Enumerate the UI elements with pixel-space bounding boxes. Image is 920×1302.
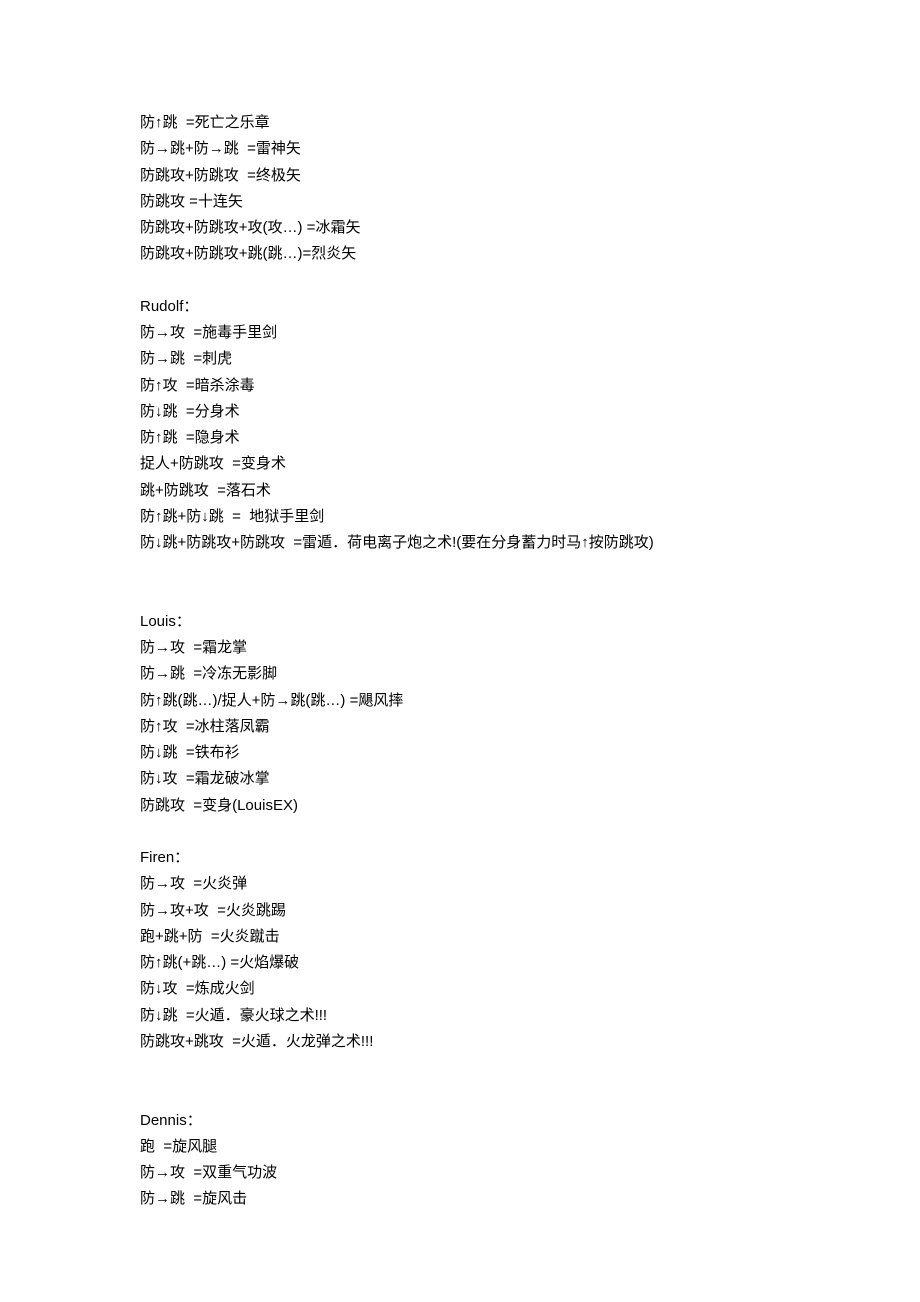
move-line: 防→攻+攻 =火炎跳踢 bbox=[140, 898, 790, 924]
move-line: 防↓攻 =霜龙破冰掌 bbox=[140, 766, 790, 792]
document-body: 防↑跳 =死亡之乐章防→跳+防→跳 =雷神矢防跳攻+防跳攻 =终极矢防跳攻 =十… bbox=[140, 110, 790, 1213]
move-line: 防→跳 =冷冻无影脚 bbox=[140, 661, 790, 687]
move-line: 防↓跳+防跳攻+防跳攻 =雷遁．荷电离子炮之术!(要在分身蓄力时马↑按防跳攻) bbox=[140, 530, 790, 556]
move-line: 防↓跳 =分身术 bbox=[140, 399, 790, 425]
character-name: Firen： bbox=[140, 845, 790, 871]
move-line: 跑 =旋风腿 bbox=[140, 1134, 790, 1160]
move-line: 防→跳 =刺虎 bbox=[140, 346, 790, 372]
move-line: 防跳攻+跳攻 =火遁．火龙弹之术!!! bbox=[140, 1029, 790, 1055]
move-line: 防跳攻+防跳攻+攻(攻…) =冰霜矢 bbox=[140, 215, 790, 241]
move-line: 防跳攻+防跳攻 =终极矢 bbox=[140, 163, 790, 189]
move-line: 防↑攻 =暗杀涂毒 bbox=[140, 373, 790, 399]
section-gap bbox=[140, 268, 790, 294]
move-line: 防跳攻 =十连矢 bbox=[140, 189, 790, 215]
character-name: Dennis： bbox=[140, 1108, 790, 1134]
move-line: 防↓跳 =铁布衫 bbox=[140, 740, 790, 766]
move-line: 防↓攻 =炼成火剑 bbox=[140, 976, 790, 1002]
move-line: 防→跳+防→跳 =雷神矢 bbox=[140, 136, 790, 162]
move-line: 防↑跳 =死亡之乐章 bbox=[140, 110, 790, 136]
section-gap bbox=[140, 819, 790, 845]
move-line: 防↑跳+防↓跳 = 地狱手里剑 bbox=[140, 504, 790, 530]
move-line: 防→跳 =旋风击 bbox=[140, 1186, 790, 1212]
move-line: 防跳攻 =变身(LouisEX) bbox=[140, 793, 790, 819]
section-gap bbox=[140, 1055, 790, 1108]
move-line: 跑+跳+防 =火炎蹴击 bbox=[140, 924, 790, 950]
move-line: 防→攻 =火炎弹 bbox=[140, 871, 790, 897]
move-line: 防↑攻 =冰柱落凤霸 bbox=[140, 714, 790, 740]
move-line: 防→攻 =霜龙掌 bbox=[140, 635, 790, 661]
character-name: Louis： bbox=[140, 609, 790, 635]
move-line: 防↓跳 =火遁．豪火球之术!!! bbox=[140, 1003, 790, 1029]
move-line: 跳+防跳攻 =落石术 bbox=[140, 478, 790, 504]
move-line: 防↑跳 =隐身术 bbox=[140, 425, 790, 451]
move-line: 防↑跳(+跳…) =火焰爆破 bbox=[140, 950, 790, 976]
move-line: 防→攻 =双重气功波 bbox=[140, 1160, 790, 1186]
move-line: 防跳攻+防跳攻+跳(跳…)=烈炎矢 bbox=[140, 241, 790, 267]
move-line: 捉人+防跳攻 =变身术 bbox=[140, 451, 790, 477]
move-line: 防→攻 =施毒手里剑 bbox=[140, 320, 790, 346]
section-gap bbox=[140, 556, 790, 609]
move-line: 防↑跳(跳…)/捉人+防→跳(跳…) =飓风摔 bbox=[140, 688, 790, 714]
character-name: Rudolf： bbox=[140, 294, 790, 320]
